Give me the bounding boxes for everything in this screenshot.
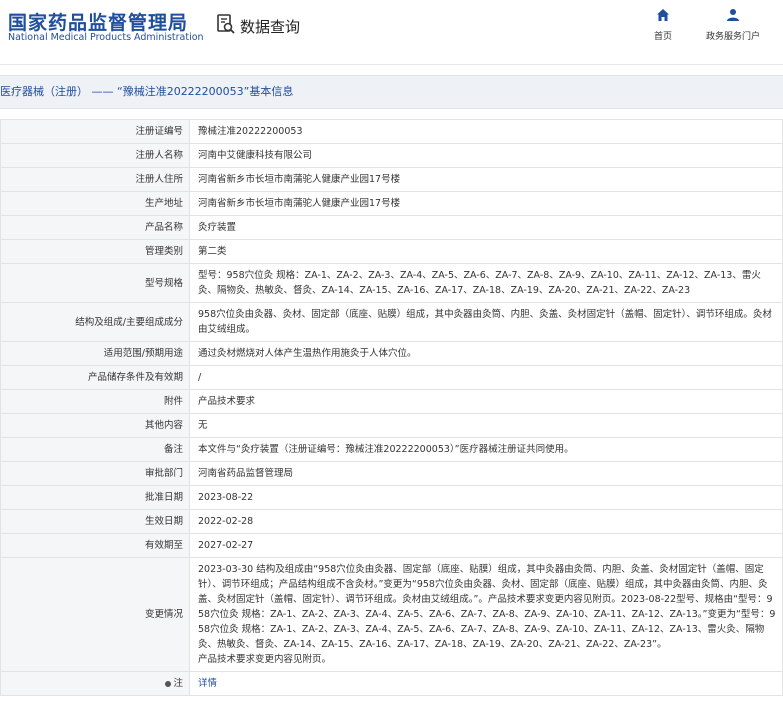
field-value: 河南省药品监督管理局	[189, 461, 783, 486]
field-value: 产品技术要求	[189, 389, 783, 414]
table-row: 注册证编号 豫械注准20222200053	[0, 119, 783, 144]
table-row: 附件 产品技术要求	[0, 389, 783, 414]
field-value: 豫械注准20222200053	[189, 119, 783, 144]
user-icon	[703, 8, 763, 25]
table-row: 注册人名称 河南中艾健康科技有限公司	[0, 143, 783, 168]
field-value: 第二类	[189, 239, 783, 264]
field-value: 河南省新乡市长垣市南蒲驼人健康产业园17号楼	[189, 167, 783, 192]
field-label: 产品储存条件及有效期	[0, 365, 190, 390]
table-row: 生效日期 2022-02-28	[0, 509, 783, 534]
field-value: 通过灸材燃烧对人体产生温热作用施灸于人体穴位。	[189, 341, 783, 366]
field-value: 型号：958穴位灸 规格：ZA-1、ZA-2、ZA-3、ZA-4、ZA-5、ZA…	[189, 263, 783, 303]
field-value: 河南省新乡市长垣市南蒲驼人健康产业园17号楼	[189, 191, 783, 216]
site-header: 国家药品监督管理局 National Medical Products Admi…	[0, 0, 783, 65]
field-label: 批准日期	[0, 485, 190, 510]
field-label: 注册证编号	[0, 119, 190, 144]
field-value: 灸疗装置	[189, 215, 783, 240]
field-label: 有效期至	[0, 533, 190, 558]
field-label: 备注	[0, 437, 190, 462]
field-value: 2027-02-27	[189, 533, 783, 558]
table-row: 注 详情	[0, 671, 783, 696]
field-label: 结构及组成/主要组成成分	[0, 302, 190, 342]
nav-home[interactable]: 首页	[633, 8, 693, 42]
table-row: 其他内容无	[0, 413, 783, 438]
field-label: 审批部门	[0, 461, 190, 486]
table-row: 备注 本文件与“灸疗装置（注册证编号：豫械注准20222200053）”医疗器械注…	[0, 437, 783, 462]
field-label: 注册人住所	[0, 167, 190, 192]
table-row: 批准日期 2023-08-22	[0, 485, 783, 510]
field-label: 型号规格	[0, 263, 190, 303]
table-row: 注册人住所 河南省新乡市长垣市南蒲驼人健康产业园17号楼	[0, 167, 783, 192]
table-row: 适用范围/预期用途 通过灸材燃烧对人体产生温热作用施灸于人体穴位。	[0, 341, 783, 366]
data-query-label: 数据查询	[240, 17, 301, 36]
table-row: 型号规格 型号：958穴位灸 规格：ZA-1、ZA-2、ZA-3、ZA-4、ZA-…	[0, 263, 783, 303]
nav-home-label: 首页	[653, 32, 672, 42]
detail-table: 注册证编号 豫械注准20222200053 注册人名称 河南中艾健康科技有限公司 注册人…	[0, 119, 783, 696]
note-value: 详情	[189, 671, 783, 696]
table-row: 审批部门 河南省药品监督管理局	[0, 461, 783, 486]
field-value: 本文件与“灸疗装置（注册证编号：豫械注准20222200053）”医疗器械注册证…	[189, 437, 783, 462]
field-label: 注册人名称	[0, 143, 190, 168]
field-label: 附件	[0, 389, 190, 414]
note-icon	[165, 680, 172, 687]
data-query-link[interactable]: 数据查询	[216, 13, 300, 39]
field-value: 河南中艾健康科技有限公司	[189, 143, 783, 168]
home-icon	[633, 8, 693, 25]
table-row: 有效期至 2027-02-27	[0, 533, 783, 558]
field-value: 2023-03-30 结构及组成由“958穴位灸由灸器、固定部（底座、贴膜）组成…	[189, 557, 783, 672]
field-label: 变更情况	[0, 557, 190, 672]
note-label-text: 注	[173, 678, 183, 689]
table-row: 管理类别 第二类	[0, 239, 783, 264]
table-row: 生产地址 河南省新乡市长垣市南蒲驼人健康产业园17号楼	[0, 191, 783, 216]
nav-service-portal[interactable]: 政务服务门户	[703, 8, 763, 42]
details-link[interactable]: 详情	[198, 678, 217, 689]
table-row: 产品名称 灸疗装置	[0, 215, 783, 240]
field-label: 适用范围/预期用途	[0, 341, 190, 366]
table-row: 产品储存条件及有效期 /	[0, 365, 783, 390]
field-label: 生产地址	[0, 191, 190, 216]
table-row: 结构及组成/主要组成成分 958穴位灸由灸器、灸材、固定部（底座、贴膜）组成，其中…	[0, 302, 783, 342]
field-label: 产品名称	[0, 215, 190, 240]
field-label: 管理类别	[0, 239, 190, 264]
field-value: 958穴位灸由灸器、灸材、固定部（底座、贴膜）组成，其中灸器由灸筒、内胆、灸盖、…	[189, 302, 783, 342]
logo-title[interactable]: 国家药品监督管理局	[8, 8, 188, 35]
data-search-icon	[216, 13, 236, 39]
field-value: /	[189, 365, 783, 390]
note-label: 注	[0, 671, 190, 696]
field-label: 生效日期	[0, 509, 190, 534]
field-label: 其他内容	[0, 413, 190, 438]
table-row: 变更情况 2023-03-30 结构及组成由“958穴位灸由灸器、固定部（底座、贴…	[0, 557, 783, 672]
logo-subtitle: National Medical Products Administration	[8, 32, 204, 43]
field-value: 无	[189, 413, 783, 438]
field-value: 2023-08-22	[189, 485, 783, 510]
nav-service-portal-label: 政务服务门户	[705, 32, 760, 42]
page-title: 医疗器械（注册） —— “豫械注准20222200053”基本信息	[0, 75, 783, 109]
field-value: 2022-02-28	[189, 509, 783, 534]
